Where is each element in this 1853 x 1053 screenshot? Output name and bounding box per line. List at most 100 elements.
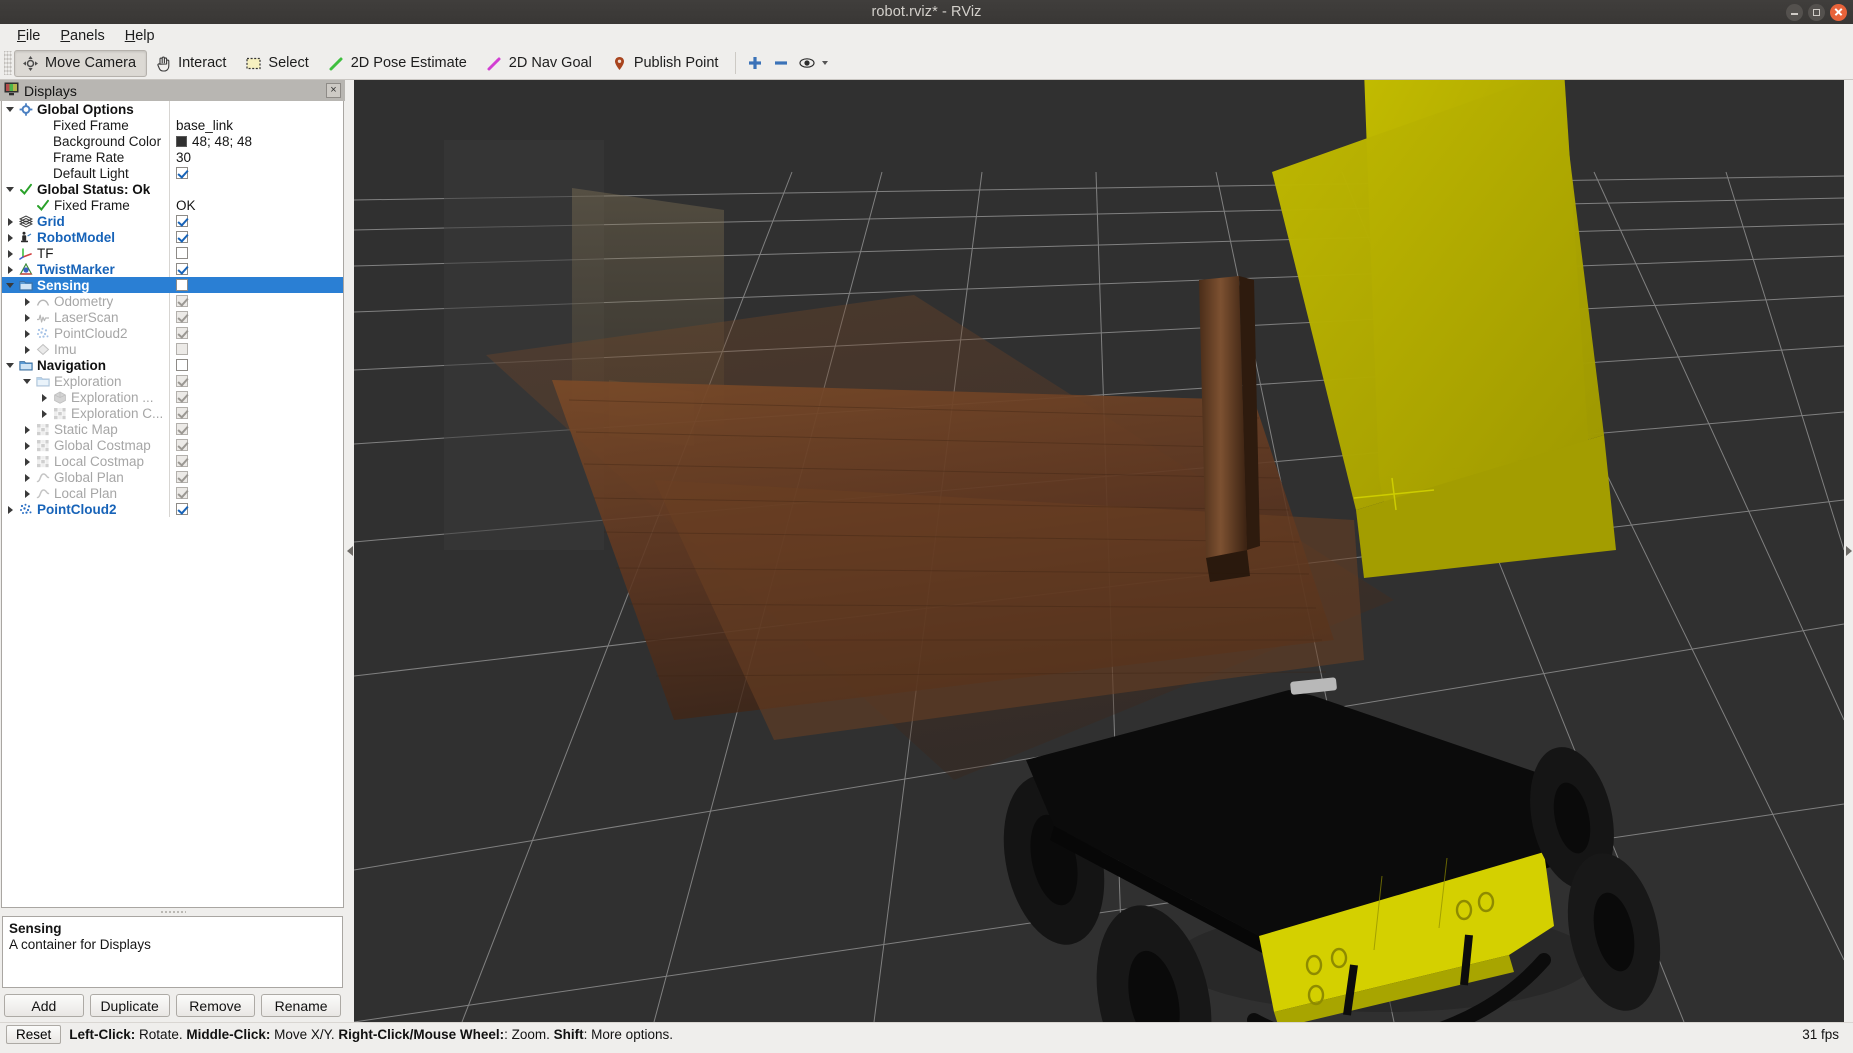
- rename-display-button[interactable]: Rename: [261, 994, 341, 1017]
- display-enable-checkbox[interactable]: [176, 391, 188, 403]
- display-enable-checkbox[interactable]: [176, 455, 188, 467]
- display-item-exploration[interactable]: Exploration: [2, 373, 343, 389]
- expand-arrow-closed-icon[interactable]: [23, 457, 32, 466]
- display-item-value[interactable]: [169, 325, 343, 341]
- display-item-value[interactable]: [169, 405, 343, 421]
- expand-arrow-open-icon[interactable]: [6, 185, 15, 194]
- display-item-value[interactable]: [169, 501, 343, 517]
- display-item-value[interactable]: [169, 453, 343, 469]
- display-enable-checkbox[interactable]: [176, 295, 188, 307]
- 3d-viewport[interactable]: [354, 80, 1844, 1022]
- display-item-value[interactable]: [169, 181, 343, 197]
- display-item-value[interactable]: [169, 309, 343, 325]
- display-item-value[interactable]: [169, 229, 343, 245]
- display-item-twistmarker[interactable]: TwistMarker: [2, 261, 343, 277]
- menu-help[interactable]: Help: [116, 26, 164, 46]
- expand-arrow-closed-icon[interactable]: [6, 233, 15, 242]
- display-enable-checkbox[interactable]: [176, 263, 188, 275]
- display-enable-checkbox[interactable]: [176, 247, 188, 259]
- display-enable-checkbox[interactable]: [176, 167, 188, 179]
- expand-arrow-closed-icon[interactable]: [23, 473, 32, 482]
- display-item-pointcloud2[interactable]: PointCloud2: [2, 501, 343, 517]
- display-item-fixed-frame[interactable]: Fixed Frame base_link: [2, 117, 343, 133]
- tool-2d-pose-estimate[interactable]: 2D Pose Estimate: [320, 50, 478, 77]
- display-item-value[interactable]: [169, 421, 343, 437]
- display-item-global-plan[interactable]: Global Plan: [2, 469, 343, 485]
- expand-arrow-closed-icon[interactable]: [40, 393, 49, 402]
- expand-arrow-closed-icon[interactable]: [6, 265, 15, 274]
- expand-arrow-closed-icon[interactable]: [23, 313, 32, 322]
- display-item-global-status-ok[interactable]: Global Status: Ok: [2, 181, 343, 197]
- display-item-value[interactable]: [169, 341, 343, 357]
- display-item-value[interactable]: [169, 437, 343, 453]
- display-item-value[interactable]: base_link: [169, 117, 343, 133]
- expand-arrow-closed-icon[interactable]: [6, 249, 15, 258]
- display-item-value[interactable]: [169, 165, 343, 181]
- display-item-robotmodel[interactable]: RobotModel: [2, 229, 343, 245]
- expand-arrow-open-icon[interactable]: [23, 377, 32, 386]
- display-item-value[interactable]: [169, 389, 343, 405]
- add-tool-button[interactable]: [742, 50, 768, 76]
- display-item-exploration-c[interactable]: Exploration C...: [2, 405, 343, 421]
- display-item-value[interactable]: [169, 373, 343, 389]
- display-item-local-costmap[interactable]: Local Costmap: [2, 453, 343, 469]
- remove-tool-button[interactable]: [768, 50, 794, 76]
- expand-arrow-closed-icon[interactable]: [23, 489, 32, 498]
- display-item-odometry[interactable]: Odometry: [2, 293, 343, 309]
- display-enable-checkbox[interactable]: [176, 359, 188, 371]
- display-enable-checkbox[interactable]: [176, 231, 188, 243]
- displays-panel-close-icon[interactable]: ×: [326, 83, 341, 98]
- display-item-imu[interactable]: Imu: [2, 341, 343, 357]
- minimize-button[interactable]: [1786, 3, 1803, 21]
- expand-arrow-closed-icon[interactable]: [23, 329, 32, 338]
- display-item-value[interactable]: [169, 213, 343, 229]
- expand-arrow-closed-icon[interactable]: [23, 425, 32, 434]
- display-item-value[interactable]: 30: [169, 149, 343, 165]
- display-item-global-options[interactable]: Global Options: [2, 101, 343, 117]
- expand-arrow-closed-icon[interactable]: [23, 345, 32, 354]
- display-enable-checkbox[interactable]: [176, 343, 188, 355]
- display-enable-checkbox[interactable]: [176, 327, 188, 339]
- display-enable-checkbox[interactable]: [176, 215, 188, 227]
- display-item-laserscan[interactable]: LaserScan: [2, 309, 343, 325]
- tool-properties-button[interactable]: [794, 50, 820, 76]
- display-item-default-light[interactable]: Default Light: [2, 165, 343, 181]
- tool-properties-dropdown-arrow[interactable]: [822, 61, 829, 65]
- panel-splitter[interactable]: [0, 908, 345, 916]
- display-item-value[interactable]: [169, 277, 343, 293]
- display-item-sensing[interactable]: Sensing: [2, 277, 343, 293]
- display-item-local-plan[interactable]: Local Plan: [2, 485, 343, 501]
- expand-arrow-closed-icon[interactable]: [23, 297, 32, 306]
- add-display-button[interactable]: Add: [4, 994, 84, 1017]
- display-item-exploration[interactable]: Exploration ...: [2, 389, 343, 405]
- display-item-grid[interactable]: Grid: [2, 213, 343, 229]
- display-item-value[interactable]: OK: [169, 197, 343, 213]
- left-panel-collapse-handle[interactable]: [345, 80, 354, 1022]
- duplicate-display-button[interactable]: Duplicate: [89, 994, 170, 1017]
- right-panel-collapse-handle[interactable]: [1844, 80, 1853, 1022]
- display-item-value[interactable]: [169, 245, 343, 261]
- tool-publish-point[interactable]: Publish Point: [603, 50, 730, 77]
- display-item-value[interactable]: [169, 469, 343, 485]
- display-enable-checkbox[interactable]: [176, 423, 188, 435]
- menu-panels[interactable]: Panels: [51, 26, 113, 46]
- display-enable-checkbox[interactable]: [176, 439, 188, 451]
- display-item-background-color[interactable]: Background Color 48; 48; 48: [2, 133, 343, 149]
- display-item-value[interactable]: [169, 357, 343, 373]
- tool-2d-nav-goal[interactable]: 2D Nav Goal: [478, 50, 603, 77]
- toolbar-drag-handle[interactable]: [4, 51, 12, 75]
- displays-tree[interactable]: Global Options Fixed Frame base_link Backgr…: [1, 101, 344, 908]
- close-button[interactable]: [1830, 3, 1847, 21]
- expand-arrow-open-icon[interactable]: [6, 281, 15, 290]
- display-item-navigation[interactable]: Navigation: [2, 357, 343, 373]
- expand-arrow-closed-icon[interactable]: [23, 441, 32, 450]
- display-item-value[interactable]: [169, 261, 343, 277]
- display-item-value[interactable]: [169, 101, 343, 117]
- remove-display-button[interactable]: Remove: [175, 994, 256, 1017]
- expand-arrow-closed-icon[interactable]: [40, 409, 49, 418]
- display-item-static-map[interactable]: Static Map: [2, 421, 343, 437]
- display-item-value[interactable]: [169, 485, 343, 501]
- menu-file[interactable]: File: [8, 26, 49, 46]
- tool-interact[interactable]: Interact: [147, 50, 237, 77]
- display-item-global-costmap[interactable]: Global Costmap: [2, 437, 343, 453]
